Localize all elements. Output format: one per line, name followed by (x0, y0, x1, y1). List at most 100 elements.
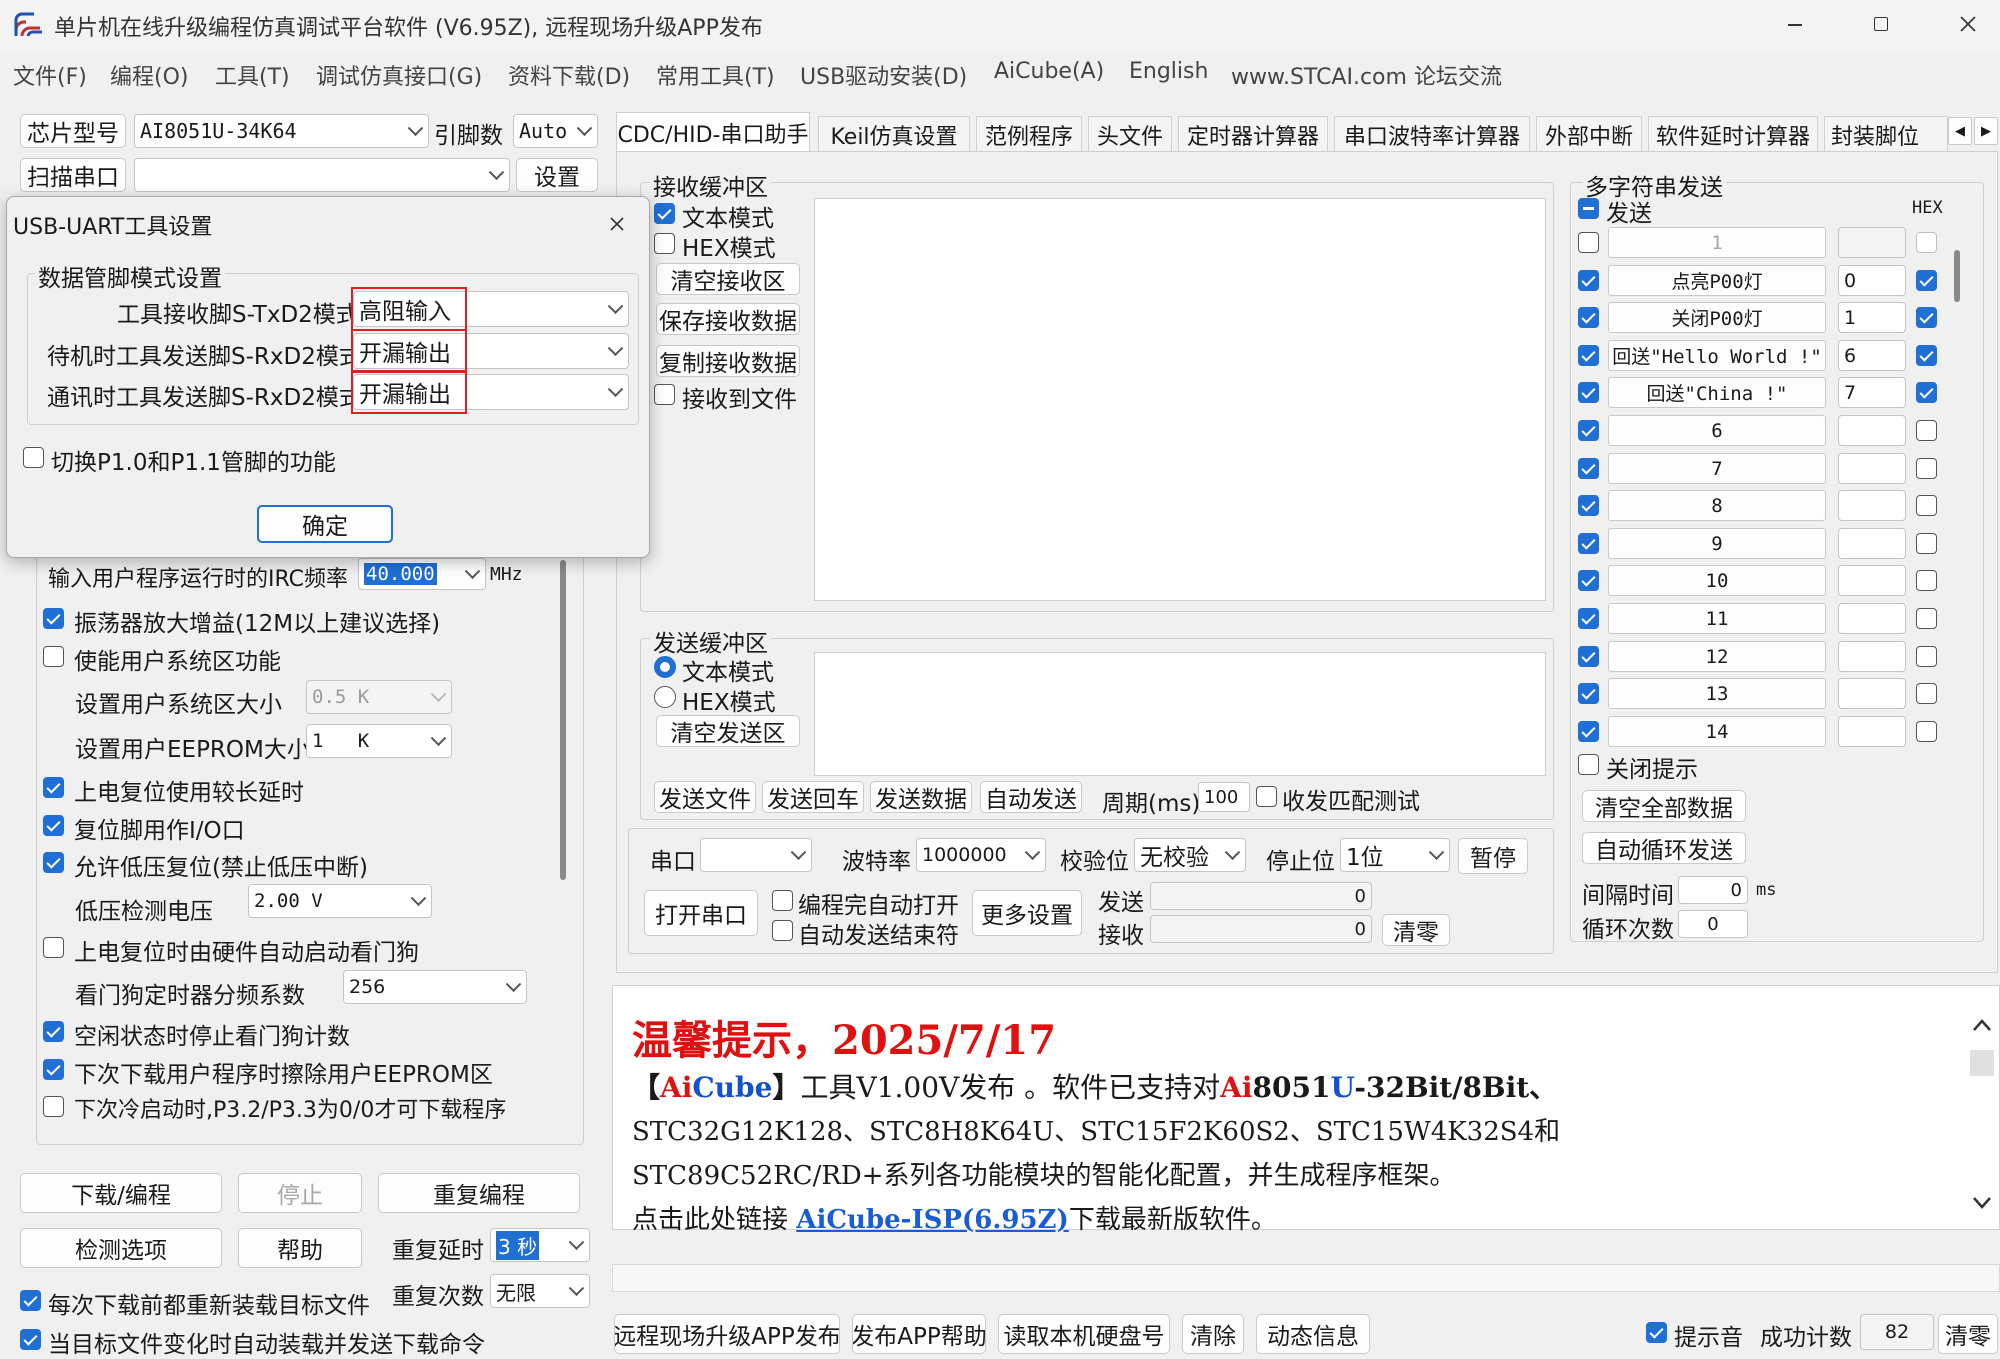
clear-button[interactable]: 清除 (1182, 1314, 1244, 1354)
multi-send-row-hex-checkbox[interactable] (1916, 420, 1937, 441)
pause-button[interactable]: 暂停 (1458, 838, 1528, 874)
dynamic-info-button[interactable]: 动态信息 (1256, 1314, 1370, 1354)
irc-frequency-select[interactable]: 40.000 (358, 558, 486, 590)
pin-count-select[interactable]: Auto (513, 114, 598, 148)
hw-watchdog-checkbox[interactable] (43, 937, 64, 958)
auto-send-button[interactable]: 自动发送 (980, 781, 1082, 813)
tab-serial-assistant[interactable]: CDC/HID-串口助手 (616, 112, 810, 152)
copy-receive-button[interactable]: 复制接收数据 (656, 345, 800, 377)
send-cr-button[interactable]: 发送回车 (762, 781, 864, 813)
multi-send-row-button[interactable]: 12 (1608, 641, 1826, 672)
menu-debug[interactable]: 调试仿真接口(G) (316, 59, 482, 91)
tab-ext-interrupt[interactable]: 外部中断 (1536, 116, 1642, 152)
multi-send-row-input[interactable]: 0 (1838, 265, 1906, 296)
menu-file[interactable]: 文件(F) (13, 59, 87, 91)
maximize-button[interactable] (1855, 0, 1905, 50)
multi-send-row-hex-checkbox[interactable] (1916, 382, 1937, 403)
multi-send-row-hex-checkbox[interactable] (1916, 570, 1937, 591)
wdt-prescaler-select[interactable]: 256 (343, 970, 527, 1004)
osc-gain-checkbox[interactable] (43, 608, 64, 629)
multi-send-row-checkbox[interactable] (1578, 420, 1599, 441)
multi-send-row-button[interactable]: 14 (1608, 716, 1826, 747)
menu-docs[interactable]: 资料下载(D) (508, 59, 630, 91)
multi-send-row-button[interactable]: 6 (1608, 415, 1826, 446)
tab-delay-calc[interactable]: 软件延时计算器 (1648, 116, 1818, 152)
clear-all-data-button[interactable]: 清空全部数据 (1582, 790, 1746, 822)
user-sysarea-checkbox[interactable] (43, 646, 64, 667)
multi-send-row-button[interactable]: 8 (1608, 490, 1826, 521)
long-reset-delay-checkbox[interactable] (43, 777, 64, 798)
multi-send-row-checkbox[interactable] (1578, 270, 1599, 291)
menu-website[interactable]: www.STCAI.com 论坛交流 (1231, 59, 1502, 91)
tab-examples[interactable]: 范例程序 (976, 116, 1082, 152)
send-hex-mode-radio[interactable] (654, 686, 676, 708)
low-voltage-reset-checkbox[interactable] (43, 852, 64, 873)
multi-send-row-checkbox[interactable] (1578, 458, 1599, 479)
download-link[interactable]: AiCube-ISP(6.95Z) (796, 1205, 1069, 1235)
app-help-button[interactable]: 发布APP帮助 (852, 1314, 986, 1354)
multi-send-row-checkbox[interactable] (1578, 232, 1599, 253)
tab-keil-sim[interactable]: Keil仿真设置 (818, 116, 970, 152)
multi-send-row-checkbox[interactable] (1578, 533, 1599, 554)
multi-send-row-checkbox[interactable] (1578, 495, 1599, 516)
close-hint-checkbox[interactable] (1578, 754, 1599, 775)
multi-send-row-input[interactable] (1838, 227, 1906, 258)
p32-p33-checkbox[interactable] (43, 1096, 64, 1117)
repeat-program-button[interactable]: 重复编程 (378, 1173, 580, 1213)
multi-send-row-hex-checkbox[interactable] (1916, 646, 1937, 667)
check-options-button[interactable]: 检测选项 (20, 1228, 222, 1268)
eeprom-size-select[interactable]: 1 K (306, 724, 452, 758)
menu-english[interactable]: English (1129, 59, 1208, 84)
multi-send-row-button[interactable]: 10 (1608, 565, 1826, 596)
multi-send-row-checkbox[interactable] (1578, 683, 1599, 704)
notice-scrollbar[interactable] (1968, 1010, 1996, 1230)
multi-send-row-hex-checkbox[interactable] (1916, 307, 1937, 328)
clear-count-button[interactable]: 清零 (1938, 1314, 1998, 1354)
multi-send-row-input[interactable] (1838, 716, 1906, 747)
multi-send-row-checkbox[interactable] (1578, 345, 1599, 366)
multi-send-row-checkbox[interactable] (1578, 721, 1599, 742)
notice-scroll-thumb[interactable] (1970, 1050, 1994, 1076)
multi-send-row-button[interactable]: 9 (1608, 528, 1826, 559)
auto-load-send-checkbox[interactable] (20, 1329, 41, 1350)
multi-send-row-checkbox[interactable] (1578, 382, 1599, 403)
send-textarea[interactable] (814, 652, 1546, 776)
menu-tools[interactable]: 工具(T) (215, 59, 290, 91)
help-button[interactable]: 帮助 (238, 1228, 362, 1268)
clear-send-button[interactable]: 清空发送区 (656, 715, 800, 747)
send-text-mode-radio[interactable] (654, 656, 676, 678)
multi-send-row-button[interactable]: 回送"China !" (1608, 377, 1826, 408)
tab-timer-calc[interactable]: 定时器计算器 (1178, 116, 1328, 152)
match-test-checkbox[interactable] (1256, 786, 1277, 807)
multi-send-row-input[interactable] (1838, 678, 1906, 709)
repeat-delay-select[interactable]: 3 秒 (490, 1228, 590, 1262)
recv-hex-mode-checkbox[interactable] (654, 233, 675, 254)
multi-send-row-button[interactable]: 11 (1608, 603, 1826, 634)
send-all-checkbox[interactable] (1578, 198, 1599, 219)
multi-send-row-hex-checkbox[interactable] (1916, 495, 1937, 516)
clear-counts-button[interactable]: 清零 (1382, 914, 1450, 946)
multi-send-row-input[interactable] (1838, 528, 1906, 559)
multi-send-row-checkbox[interactable] (1578, 608, 1599, 629)
scan-port-button[interactable]: 扫描串口 (20, 158, 126, 192)
open-port-button[interactable]: 打开串口 (644, 890, 758, 936)
chip-model-button[interactable]: 芯片型号 (20, 114, 126, 148)
settings-button[interactable]: 设置 (516, 158, 598, 192)
multi-send-row-input[interactable] (1838, 415, 1906, 446)
auto-loop-send-button[interactable]: 自动循环发送 (1582, 832, 1746, 864)
multi-send-row-hex-checkbox[interactable] (1916, 721, 1937, 742)
save-receive-button[interactable]: 保存接收数据 (656, 303, 800, 335)
repeat-count-select[interactable]: 无限 (490, 1274, 590, 1308)
erase-eeprom-checkbox[interactable] (43, 1059, 64, 1080)
loop-count-input[interactable]: 0 (1678, 910, 1748, 938)
parity-select[interactable]: 无校验 (1134, 838, 1246, 872)
recv-text-mode-checkbox[interactable] (654, 203, 675, 224)
stop-bits-select[interactable]: 1位 (1340, 838, 1450, 872)
multi-send-row-button[interactable]: 1 (1608, 227, 1826, 258)
remote-upgrade-button[interactable]: 远程现场升级APP发布 (614, 1314, 840, 1354)
multi-send-row-button[interactable]: 13 (1608, 678, 1826, 709)
tab-scroll-left-button[interactable]: ◀ (1948, 117, 1972, 145)
reset-as-io-checkbox[interactable] (43, 815, 64, 836)
multi-send-row-button[interactable]: 关闭P00灯 (1608, 302, 1826, 333)
baud-rate-select[interactable]: 1000000 (916, 838, 1046, 872)
